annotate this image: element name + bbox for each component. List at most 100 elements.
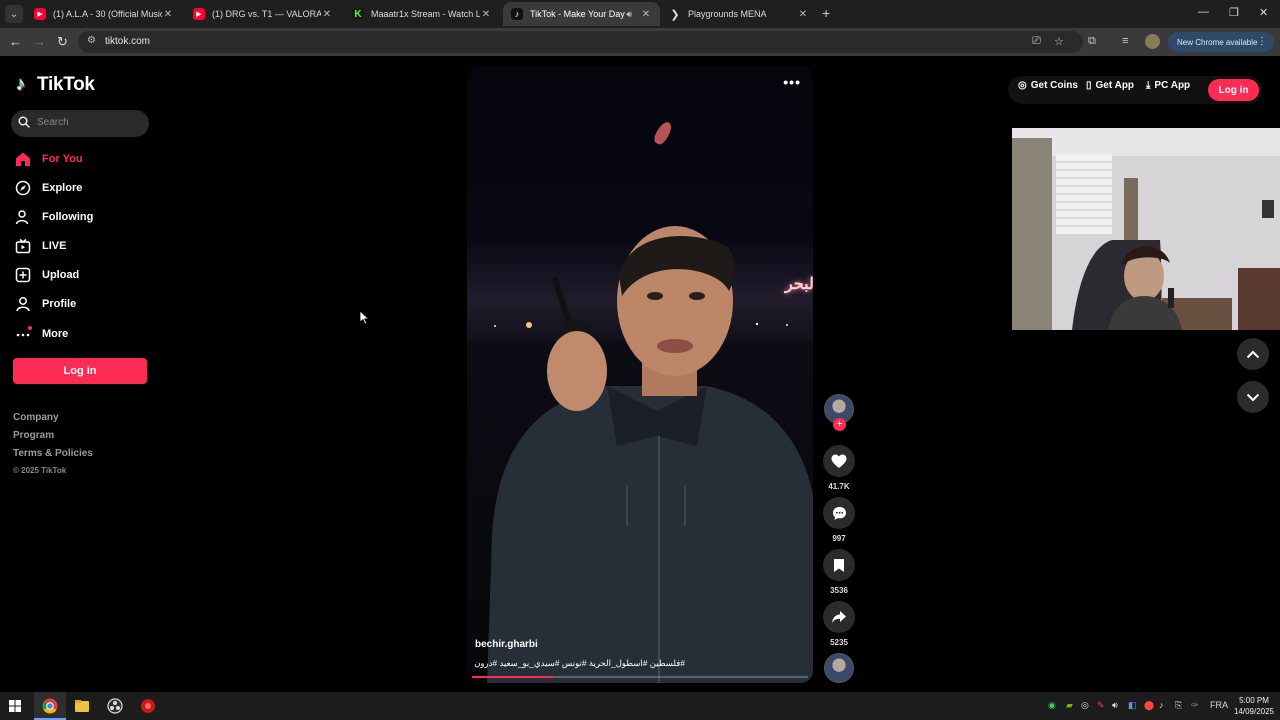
- tray-pen-icon[interactable]: ✑: [1191, 700, 1199, 711]
- video-progress-fill: [472, 676, 553, 678]
- video-player[interactable]: لبحر ••• bechir.gharbi #فلسطين #اسطول_ال…: [467, 66, 813, 683]
- tray-volume-icon[interactable]: 🔊︎: [1112, 700, 1118, 711]
- extensions-icon[interactable]: ⧉: [1088, 35, 1096, 48]
- follow-plus-icon[interactable]: +: [833, 418, 846, 431]
- sidebar-item-more[interactable]: More: [14, 323, 134, 345]
- comment-button[interactable]: [823, 497, 855, 529]
- tray-microphone-icon[interactable]: ♪: [1159, 700, 1164, 710]
- youtube-icon: ▶: [34, 8, 46, 20]
- reload-button[interactable]: ↻: [57, 34, 68, 50]
- share-button[interactable]: [823, 601, 855, 633]
- kick-icon: K: [352, 8, 364, 20]
- download-icon: ⤓: [1146, 80, 1151, 91]
- webcam-scene: [1012, 128, 1280, 330]
- footer-link-program[interactable]: Program: [13, 430, 93, 448]
- footer-link-terms[interactable]: Terms & Policies: [13, 448, 93, 466]
- video-hashtags[interactable]: #فلسطين #اسطول_الحرية #تونس #سيدي_بو_سعي…: [474, 658, 685, 669]
- tab-title: Playgrounds MENA: [688, 9, 767, 19]
- home-icon: [14, 150, 32, 168]
- video-progress-bar[interactable]: [472, 676, 808, 678]
- forward-button[interactable]: →: [33, 34, 46, 49]
- youtube-icon: ▶: [193, 8, 205, 20]
- close-icon[interactable]: ✕: [797, 9, 809, 20]
- pc-app-button[interactable]: ⤓ PC App: [1146, 80, 1190, 91]
- header-login-button[interactable]: Log in: [1208, 79, 1259, 101]
- close-icon[interactable]: ✕: [480, 9, 492, 20]
- language-indicator[interactable]: FRA: [1210, 700, 1228, 710]
- sidebar-item-label: More: [42, 328, 69, 340]
- taskbar-chrome-active[interactable]: [34, 692, 66, 720]
- live-tv-icon: [14, 237, 32, 255]
- nvidia-icon[interactable]: ▰: [1066, 700, 1073, 711]
- tab-search-button[interactable]: ⌄: [5, 5, 23, 23]
- save-button[interactable]: [823, 549, 855, 581]
- tray-network-icon[interactable]: ⎘: [1175, 700, 1182, 711]
- close-window-button[interactable]: ✕: [1259, 6, 1268, 19]
- person-icon: [14, 208, 32, 226]
- tab-valorant[interactable]: ▶ (1) DRG vs. T1 — VALORANT Ch ✕: [185, 2, 341, 26]
- search-placeholder: Search: [37, 117, 69, 128]
- like-button[interactable]: [823, 445, 855, 477]
- get-app-button[interactable]: ▯ Get App: [1086, 80, 1134, 91]
- sidebar-item-profile[interactable]: Profile: [14, 293, 134, 315]
- tiktok-page: ♪ TikTok Search For You Explore Followin…: [0, 56, 1280, 692]
- next-video-button[interactable]: [1237, 381, 1269, 413]
- obs-icon[interactable]: [107, 698, 123, 714]
- tray-app-icon[interactable]: ◧: [1128, 700, 1137, 711]
- share-arrow-icon: [832, 611, 846, 623]
- tab-tiktok[interactable]: ♪ TikTok - Make Your Day 🔊︎ ✕: [503, 2, 660, 26]
- site-info-icon[interactable]: ⚙: [87, 35, 96, 46]
- chrome-menu-icon[interactable]: ⋮: [1257, 36, 1267, 47]
- windows-start-icon[interactable]: [9, 700, 21, 712]
- video-author[interactable]: bechir.gharbi: [475, 639, 538, 650]
- tab-playgrounds[interactable]: ❯ Playgrounds MENA ✕: [661, 2, 817, 26]
- chevron-up-icon: [1246, 350, 1260, 358]
- tray-icon-green[interactable]: ◉: [1048, 700, 1056, 711]
- sound-disc-avatar[interactable]: [824, 653, 854, 683]
- tab-kick-stream[interactable]: K Maaatr1x Stream - Watch Live ✕: [344, 2, 500, 26]
- sidebar-item-following[interactable]: Following: [14, 206, 134, 228]
- logo-text: TikTok: [37, 74, 95, 95]
- tiktok-logo[interactable]: ♪ TikTok: [16, 74, 95, 96]
- sidebar-item-live[interactable]: LIVE: [14, 235, 134, 257]
- bookmark-star-icon[interactable]: ☆: [1054, 35, 1064, 48]
- video-person: [487, 226, 813, 683]
- tab-title: (1) DRG vs. T1 — VALORANT Ch: [212, 9, 321, 19]
- tab-ala-music[interactable]: ▶ (1) A.L.A - 30 (Official Music Vid ✕: [26, 2, 182, 26]
- app-red-icon[interactable]: [140, 698, 156, 714]
- previous-video-button[interactable]: [1237, 338, 1269, 370]
- close-icon[interactable]: ✕: [162, 9, 174, 20]
- sidebar-item-for-you[interactable]: For You: [14, 148, 134, 170]
- footer-link-company[interactable]: Company: [13, 412, 93, 430]
- sidebar-item-explore[interactable]: Explore: [14, 177, 134, 199]
- like-count: 41.7K: [828, 482, 850, 491]
- search-input[interactable]: Search: [11, 110, 149, 137]
- minimize-button[interactable]: —: [1198, 6, 1209, 18]
- sidebar-item-upload[interactable]: Upload: [14, 264, 134, 286]
- back-button[interactable]: ←: [9, 34, 22, 49]
- new-chrome-available-button[interactable]: New Chrome available ⋮: [1168, 32, 1274, 52]
- file-explorer-icon[interactable]: [74, 698, 90, 714]
- speaker-icon[interactable]: 🔊︎: [626, 9, 632, 20]
- restore-button[interactable]: ❐: [1229, 6, 1239, 19]
- pc-app-label: PC App: [1154, 80, 1191, 91]
- close-icon[interactable]: ✕: [640, 9, 652, 20]
- media-controls-icon[interactable]: ≡: [1122, 35, 1128, 47]
- video-more-options-icon[interactable]: •••: [783, 74, 801, 90]
- close-icon[interactable]: ✕: [321, 9, 333, 20]
- sidebar-item-label: Explore: [42, 182, 83, 194]
- new-chrome-label: New Chrome available: [1177, 37, 1258, 47]
- address-bar[interactable]: ⚙ tiktok.com: [78, 31, 1083, 53]
- search-icon: [18, 116, 30, 128]
- tray-steam-icon[interactable]: ◎: [1081, 700, 1089, 711]
- profile-avatar[interactable]: [1145, 34, 1160, 49]
- install-app-icon[interactable]: ⎚: [1032, 35, 1041, 48]
- bookmark-icon: [834, 558, 844, 572]
- sidebar-login-button[interactable]: Log in: [13, 358, 147, 384]
- new-tab-button[interactable]: +: [822, 5, 830, 21]
- taskbar-clock[interactable]: 5:00 PM 14/09/2025: [1232, 695, 1276, 717]
- tray-mic-icon[interactable]: ✎: [1097, 700, 1105, 711]
- get-coins-button[interactable]: ◎ Get Coins: [1018, 80, 1078, 91]
- tray-record-icon[interactable]: ⬤: [1144, 700, 1154, 711]
- mouse-cursor-icon: [360, 311, 370, 325]
